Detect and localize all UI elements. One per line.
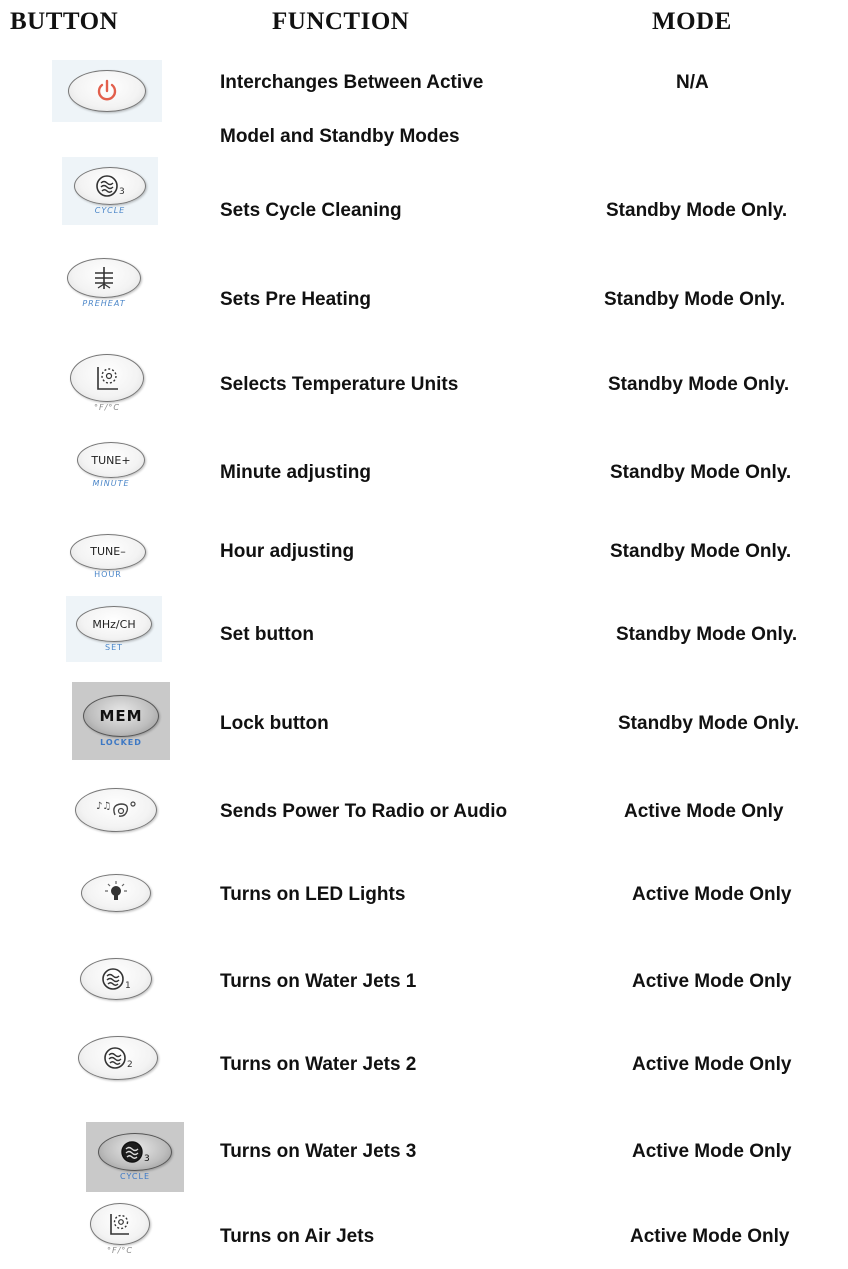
air-jets-button: °F/°C — [86, 1196, 154, 1262]
mode-text: Active Mode Only — [632, 1141, 792, 1162]
function-text: Lock button — [220, 713, 329, 734]
mode-text: Active Mode Only — [632, 884, 792, 905]
tune-plus-button: TUNE+ MINUTE — [72, 436, 150, 494]
water-jets-1-button: 1 — [76, 950, 156, 1008]
function-text: Turns on LED Lights — [220, 884, 406, 905]
cycle-button: 3 CYCLE — [62, 157, 158, 225]
function-text: Set button — [220, 624, 314, 645]
column-header-function: FUNCTION — [272, 8, 410, 35]
column-header-mode: MODE — [652, 8, 732, 35]
svg-text:3: 3 — [144, 1154, 150, 1164]
function-text: Hour adjusting — [220, 541, 355, 562]
audio-button: ♪♫ — [72, 780, 160, 840]
power-button — [52, 60, 162, 122]
mode-text: Standby Mode Only. — [606, 200, 788, 221]
mode-text: Standby Mode Only. — [608, 374, 790, 395]
lock-button-graphic: MEM LOCKED — [72, 682, 170, 760]
function-text: Sets Cycle Cleaning — [220, 200, 402, 221]
function-text: Sets Pre Heating — [220, 289, 371, 310]
function-text: Model and Standby Modes — [220, 126, 460, 147]
mode-text: Standby Mode Only. — [618, 713, 800, 734]
function-text: Selects Temperature Units — [220, 374, 459, 395]
water-jets-3-button: 3 CYCLE — [86, 1122, 184, 1192]
set-button-graphic: MHz/CH SET — [66, 596, 162, 662]
mode-text: N/A — [676, 72, 709, 93]
jets-3-icon: 3 — [74, 167, 146, 205]
tune-minus-icon: TUNE– — [70, 533, 146, 570]
column-header-button: BUTTON — [10, 8, 119, 35]
mem-icon: MEM — [83, 695, 159, 737]
heater-icon — [67, 258, 141, 298]
mode-text: Active Mode Only — [624, 801, 784, 822]
mode-text: Standby Mode Only. — [610, 462, 792, 483]
svg-text:♪♫: ♪♫ — [96, 801, 111, 812]
tune-minus-button: TUNE– HOUR — [66, 530, 150, 582]
mode-text: Standby Mode Only. — [610, 541, 792, 562]
jets-1-icon: 1 — [80, 958, 152, 1000]
mhz-ch-icon: MHz/CH — [76, 606, 152, 642]
led-light-button — [76, 864, 156, 922]
power-icon — [68, 70, 146, 112]
mode-text: Standby Mode Only. — [604, 289, 786, 310]
svg-text:2: 2 — [127, 1060, 133, 1070]
audio-icon: ♪♫ — [75, 788, 157, 832]
air-jet-icon — [90, 1203, 150, 1245]
tune-plus-icon: TUNE+ — [77, 442, 145, 478]
function-text: Turns on Water Jets 1 — [220, 971, 417, 992]
svg-text:3: 3 — [119, 187, 125, 197]
function-text: Minute adjusting — [220, 462, 371, 483]
mode-text: Standby Mode Only. — [616, 624, 798, 645]
mode-text: Active Mode Only — [632, 1054, 792, 1075]
jets-2-icon: 2 — [78, 1036, 158, 1080]
air-jet-icon — [70, 354, 144, 402]
preheat-button: PREHEAT — [62, 248, 146, 318]
mode-text: Active Mode Only — [632, 971, 792, 992]
jets-3-icon: 3 — [98, 1133, 172, 1171]
function-text: Interchanges Between Active — [220, 72, 484, 93]
temperature-units-button: °F/°C — [66, 345, 148, 421]
function-text: Turns on Air Jets — [220, 1226, 375, 1247]
svg-text:1: 1 — [125, 981, 131, 991]
function-text: Turns on Water Jets 3 — [220, 1141, 417, 1162]
water-jets-2-button: 2 — [76, 1030, 160, 1086]
light-bulb-icon — [81, 874, 151, 912]
function-text: Sends Power To Radio or Audio — [220, 801, 508, 822]
function-text: Turns on Water Jets 2 — [220, 1054, 417, 1075]
mode-text: Active Mode Only — [630, 1226, 790, 1247]
